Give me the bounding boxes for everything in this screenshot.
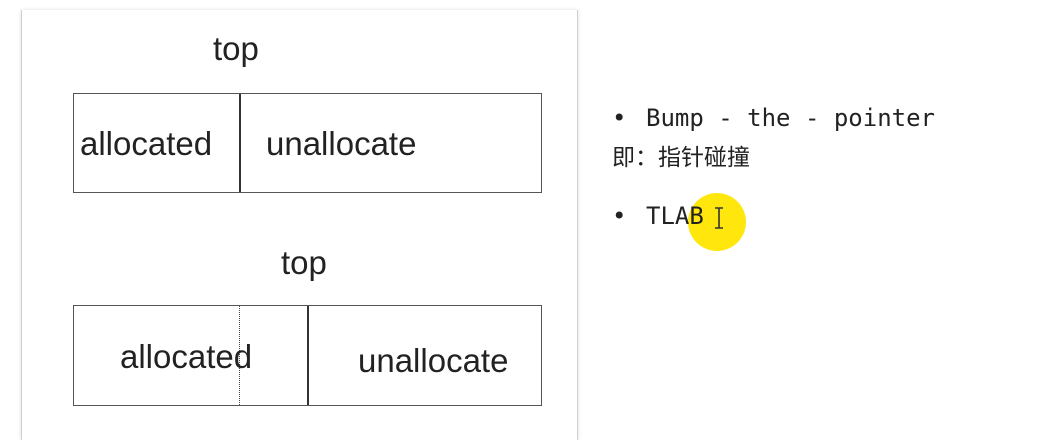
allocated-label-second: allocated xyxy=(120,338,253,375)
top-label-first: top xyxy=(213,30,259,67)
unallocated-label-first: unallocate xyxy=(266,125,417,162)
text-cursor-icon xyxy=(715,207,723,229)
pointer-divider xyxy=(239,94,241,192)
bullet-dot-icon: • xyxy=(612,104,627,132)
list-item: • Bump - the - pointer xyxy=(612,104,935,132)
bullet-subtext-bump-pointer: 即：指针碰撞 xyxy=(612,145,750,171)
list-item: • TLAB xyxy=(612,202,704,230)
bullet-text-bump-pointer: Bump - the - pointer xyxy=(646,104,935,132)
unallocated-label-second: unallocate xyxy=(358,342,509,379)
bullet-dot-icon: • xyxy=(612,202,627,230)
top-label-second: top xyxy=(281,244,327,281)
bullet-text-tlab: TLAB xyxy=(646,202,704,230)
allocated-label-first: allocated xyxy=(80,125,213,162)
pointer-divider xyxy=(307,306,309,405)
